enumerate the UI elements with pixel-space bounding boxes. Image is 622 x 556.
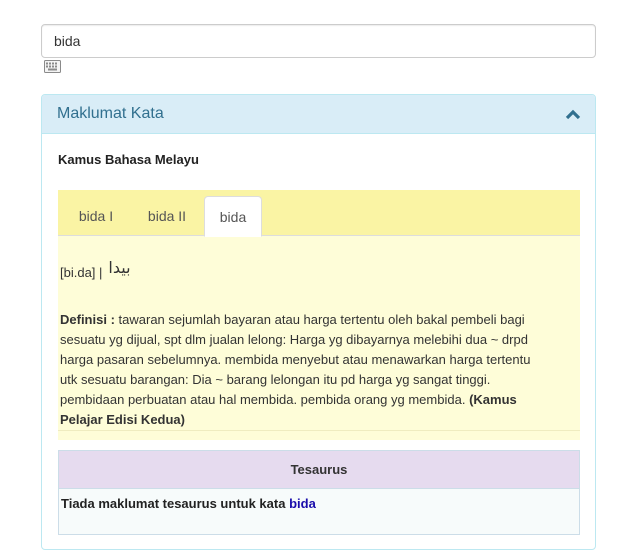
thesaurus-word-link[interactable]: bida <box>289 496 316 511</box>
divider <box>58 430 580 431</box>
definition-line: harga pasaran sebelumnya. membida menyeb… <box>60 352 531 367</box>
dictionary-tabs-box: bida I bida II bida [bi.da] | بيدا Defini… <box>58 190 580 440</box>
jawi-spelling: بيدا <box>108 258 131 277</box>
definition-line: tawaran sejumlah bayaran atau harga tert… <box>118 312 525 327</box>
thesaurus-box: Tesaurus Tiada maklumat tesaurus untuk k… <box>58 450 580 535</box>
definition-label: Definisi : <box>60 312 115 327</box>
tab-bida[interactable]: bida <box>204 196 262 237</box>
tab-bar: bida I bida II bida <box>58 190 580 237</box>
pronunciation: [bi.da] | <box>60 265 103 280</box>
source-reference: (Kamus <box>469 392 517 407</box>
dictionary-title: Kamus Bahasa Melayu <box>58 152 199 167</box>
pronunciation-line: [bi.da] | بيدا <box>60 258 131 281</box>
definition-line: pembidaan perbuatan atau hal membida. pe… <box>60 392 466 407</box>
keyboard-icon[interactable] <box>44 60 61 73</box>
tab-bida-ii[interactable]: bida II <box>136 196 198 236</box>
definition-line: utk sesuatu barangan: Dia ~ barang lelon… <box>60 372 491 387</box>
search-input[interactable] <box>41 24 596 58</box>
definition-line: sesuatu yg dijual, spt dlm jualan lelong… <box>60 332 528 347</box>
source-reference-cont: Pelajar Edisi Kedua) <box>60 412 185 427</box>
thesaurus-message-text: Tiada maklumat tesaurus untuk kata <box>61 496 286 511</box>
tab-bida-i[interactable]: bida I <box>68 196 124 236</box>
thesaurus-message: Tiada maklumat tesaurus untuk kata bida <box>61 496 316 511</box>
thesaurus-heading: Tesaurus <box>59 451 579 489</box>
chevron-up-icon[interactable] <box>565 108 581 120</box>
panel-title: Maklumat Kata <box>57 105 164 122</box>
word-info-panel: Maklumat Kata Kamus Bahasa Melayu bida I… <box>41 94 596 550</box>
panel-heading[interactable]: Maklumat Kata <box>42 95 595 134</box>
definition: Definisi : tawaran sejumlah bayaran atau… <box>60 310 576 430</box>
